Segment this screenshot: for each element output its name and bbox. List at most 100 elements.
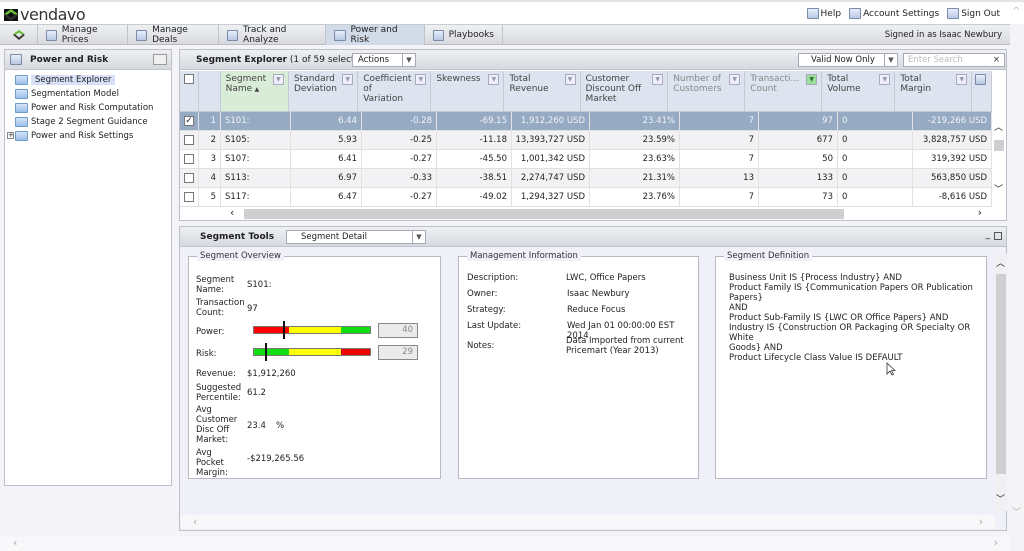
row-number: 3 bbox=[199, 150, 221, 168]
transaction-count: 73 bbox=[759, 188, 838, 206]
sidebar-item-segment-explorer[interactable]: Segment Explorer bbox=[15, 73, 171, 87]
scroll-right-icon[interactable]: › bbox=[994, 536, 998, 549]
sidebar-item-power-risk-settings[interactable]: + Power and Risk Settings bbox=[7, 129, 171, 143]
tools-vertical-scrollbar[interactable]: ︿ ﹀ bbox=[995, 254, 1007, 511]
main-nav: Manage Prices Manage Deals Track and Ana… bbox=[0, 24, 1010, 45]
sidebar-item-label: Stage 2 Segment Guidance bbox=[31, 117, 148, 127]
table-row[interactable]: 5 S117: 6.47 -0.27 -49.02 1,294,327 USD 23.76%… bbox=[180, 188, 992, 207]
search-input[interactable]: Enter Search × bbox=[903, 53, 1005, 67]
grid-body: ✓ 1 S101: 6.44 -0.28 -69.15 1,912,260 USD 23.41… bbox=[180, 112, 992, 207]
row-checkbox-cell bbox=[180, 131, 199, 149]
scroll-right-icon[interactable]: › bbox=[979, 515, 983, 528]
segment-name: S113: bbox=[221, 169, 291, 187]
filter-icon[interactable]: ▼ bbox=[342, 74, 354, 85]
sidebar-item-stage2-guidance[interactable]: Stage 2 Segment Guidance bbox=[15, 115, 171, 129]
table-row[interactable]: ✓ 1 S101: 6.44 -0.28 -69.15 1,912,260 USD 23.41… bbox=[180, 112, 992, 131]
scroll-thumb[interactable] bbox=[994, 140, 1004, 151]
filter-icon[interactable]: ▼ bbox=[729, 74, 741, 85]
nav-track-analyze[interactable]: Track and Analyze bbox=[219, 25, 326, 45]
clear-search-icon[interactable]: × bbox=[993, 54, 1000, 66]
column-chooser[interactable] bbox=[972, 71, 992, 111]
grid-header: Segment Name ▲ ▼ Standard Deviation ▼ Coef… bbox=[180, 71, 992, 112]
nav-manage-prices[interactable]: Manage Prices bbox=[38, 25, 128, 45]
scroll-thumb[interactable] bbox=[244, 209, 844, 219]
collapse-panel-button[interactable] bbox=[153, 54, 167, 65]
sign-out-link[interactable]: Sign Out bbox=[947, 8, 1000, 19]
skewness: -38.51 bbox=[437, 169, 512, 187]
row-checkbox[interactable] bbox=[184, 135, 194, 145]
scroll-left-icon[interactable]: ‹ bbox=[193, 515, 197, 528]
validity-filter-dropdown[interactable]: Valid Now Only ▼ bbox=[798, 53, 898, 67]
col-customer-discount[interactable]: Customer Discount Off Market ▼ bbox=[581, 71, 669, 111]
col-num-customers[interactable]: Number of Customers ▼ bbox=[668, 71, 746, 111]
scroll-down-icon[interactable]: ﹀ bbox=[994, 182, 1003, 195]
scroll-thumb[interactable] bbox=[996, 274, 1006, 474]
grid-vertical-scrollbar[interactable]: ︿ ﹀ bbox=[992, 112, 1006, 208]
col-total-revenue[interactable]: Total Revenue ▼ bbox=[504, 71, 581, 111]
coef-variation: -0.27 bbox=[362, 188, 437, 206]
row-checkbox[interactable] bbox=[184, 173, 194, 183]
page-horizontal-scrollbar[interactable]: ‹ › bbox=[0, 536, 1010, 551]
table-row[interactable]: 2 S105: 5.93 -0.25 -11.18 13,393,727 USD 23.59… bbox=[180, 131, 992, 150]
home-button[interactable] bbox=[0, 25, 38, 45]
nav-playbooks[interactable]: Playbooks bbox=[425, 25, 503, 45]
filter-icon[interactable]: ▼ bbox=[879, 74, 891, 85]
filter-icon[interactable]: ▼ bbox=[652, 74, 664, 85]
filter-active-icon[interactable]: ▼ bbox=[806, 74, 818, 85]
playbooks-icon bbox=[433, 29, 444, 41]
filter-icon[interactable]: ▼ bbox=[564, 74, 576, 85]
folder-icon bbox=[15, 117, 28, 127]
row-checkbox[interactable] bbox=[184, 154, 194, 164]
scroll-up-icon[interactable]: ︿ bbox=[996, 256, 1005, 269]
scroll-left-icon[interactable]: ‹ bbox=[230, 206, 234, 219]
tools-view-dropdown[interactable]: Segment Detail ▼ bbox=[286, 230, 426, 244]
filter-icon[interactable]: ▼ bbox=[272, 74, 284, 85]
risk-marker bbox=[265, 343, 267, 361]
grid-horizontal-scrollbar[interactable]: ‹ › bbox=[222, 206, 992, 220]
minimize-icon[interactable]: _ bbox=[986, 230, 991, 240]
col-skewness[interactable]: Skewness ▼ bbox=[431, 71, 505, 111]
filter-icon[interactable]: ▼ bbox=[956, 74, 968, 85]
sidebar-item-segmentation-model[interactable]: Segmentation Model bbox=[15, 87, 171, 101]
row-checkbox[interactable] bbox=[184, 192, 194, 202]
col-coef-variation[interactable]: Coefficient of Variation ▼ bbox=[358, 71, 432, 111]
left-panel-title: Power and Risk bbox=[30, 54, 109, 65]
row-checkbox[interactable]: ✓ bbox=[184, 116, 194, 126]
filter-icon[interactable]: ▼ bbox=[488, 74, 500, 85]
sidebar-item-power-risk-computation[interactable]: Power and Risk Computation bbox=[15, 101, 171, 115]
scroll-down-icon[interactable]: ﹀ bbox=[996, 492, 1005, 505]
help-link[interactable]: Help bbox=[806, 8, 841, 19]
scroll-left-icon[interactable]: ‹ bbox=[13, 536, 17, 549]
col-transaction-count[interactable]: Transacti... Count ▼ bbox=[745, 71, 823, 111]
power-meter bbox=[253, 326, 371, 334]
explorer-title: Segment Explorer bbox=[196, 55, 287, 65]
col-total-volume[interactable]: Total Volume ▼ bbox=[822, 71, 896, 111]
scroll-right-icon[interactable]: › bbox=[978, 206, 982, 219]
explorer-header: Segment Explorer (1 of 59 selected) Acti… bbox=[180, 50, 1006, 70]
col-std-dev[interactable]: Standard Deviation ▼ bbox=[289, 71, 359, 111]
nav-label: Playbooks bbox=[448, 30, 494, 40]
skewness: -11.18 bbox=[437, 131, 512, 149]
nav-label: Manage Prices bbox=[61, 25, 98, 45]
row-checkbox-cell bbox=[180, 169, 199, 187]
page-vertical-scrollbar[interactable]: ^ bbox=[1010, 6, 1024, 551]
scroll-up-icon[interactable]: ^ bbox=[1012, 6, 1020, 17]
table-row[interactable]: 3 S107: 6.41 -0.27 -45.50 1,001,342 USD 23.63%… bbox=[180, 150, 992, 169]
label: Notes: bbox=[467, 341, 495, 351]
left-panel-header: Power and Risk bbox=[5, 50, 171, 70]
filter-icon[interactable]: ▼ bbox=[415, 74, 427, 85]
total-volume: 0 bbox=[838, 131, 913, 149]
actions-dropdown[interactable]: Actions ▼ bbox=[352, 53, 416, 67]
table-row[interactable]: 4 S113: 6.97 -0.33 -38.51 2,274,747 USD 21.31%… bbox=[180, 169, 992, 188]
maximize-icon[interactable] bbox=[994, 232, 1002, 240]
scroll-up-icon[interactable]: ︿ bbox=[994, 120, 1003, 133]
account-settings-link[interactable]: Account Settings bbox=[849, 8, 939, 19]
select-all-checkbox[interactable] bbox=[184, 74, 194, 84]
col-segment-name[interactable]: Segment Name ▲ ▼ bbox=[220, 71, 289, 111]
nav-manage-deals[interactable]: Manage Deals bbox=[128, 25, 219, 45]
page-scroll-down-icon[interactable]: ﹀ bbox=[1012, 505, 1021, 518]
col-total-margin[interactable]: Total Margin ▼ bbox=[895, 71, 973, 111]
nav-power-risk[interactable]: Power and Risk bbox=[326, 25, 425, 45]
expand-icon[interactable]: + bbox=[7, 132, 14, 139]
tools-horizontal-scrollbar[interactable]: ‹ › bbox=[181, 515, 995, 529]
